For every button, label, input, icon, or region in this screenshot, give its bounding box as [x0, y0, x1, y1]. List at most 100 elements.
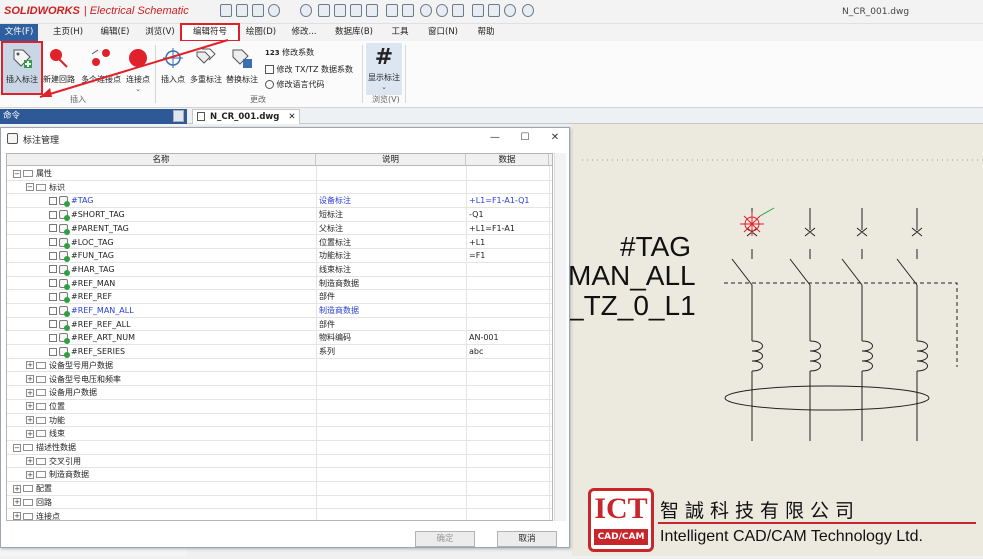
multi-connection-points-button[interactable]: 多个连接点: [79, 43, 123, 95]
tag-row[interactable]: #HAR_TAG 线束标注: [7, 263, 552, 277]
expand-icon[interactable]: +: [26, 361, 34, 370]
ok-button[interactable]: 确定: [415, 531, 475, 547]
cut-icon[interactable]: [318, 4, 330, 17]
folder-row[interactable]: + 设备型号电压和频率: [7, 373, 552, 387]
menu-browse[interactable]: 浏览(V): [140, 24, 180, 41]
clipboard-icon[interactable]: [366, 4, 378, 17]
copy-icon[interactable]: [334, 4, 346, 17]
help-icon[interactable]: [522, 4, 534, 17]
paste-format-icon[interactable]: [402, 4, 414, 17]
expand-icon[interactable]: +: [13, 512, 21, 520]
connection-point-button[interactable]: 连接点 ⌄: [123, 43, 153, 95]
replace-tag-button[interactable]: 替换标注: [224, 43, 260, 95]
folder-row[interactable]: + 设备用户数据: [7, 386, 552, 400]
cancel-button[interactable]: 取消: [497, 531, 557, 547]
dropdown-chevron-icon[interactable]: ⌄: [123, 85, 153, 93]
tag-row[interactable]: #PARENT_TAG 父标注 +L1=F1-A1: [7, 222, 552, 236]
folder-row[interactable]: + 配置: [7, 482, 552, 496]
zoom-window-icon[interactable]: [420, 4, 432, 17]
expand-icon[interactable]: +: [26, 457, 34, 466]
redo-icon[interactable]: [300, 4, 312, 17]
folder-row[interactable]: − 描述性数据: [7, 441, 552, 455]
modify-language-button[interactable]: 修改语言代码: [265, 79, 325, 90]
collapse-icon[interactable]: −: [13, 443, 21, 452]
copy-format-icon[interactable]: [386, 4, 398, 17]
tab-document[interactable]: N_CR_001.dwg ✕: [192, 109, 301, 124]
folder-row[interactable]: + 制造商数据: [7, 468, 552, 483]
tag-row[interactable]: #REF_ART_NUM 物料编码 AN-001: [7, 331, 552, 346]
vertical-scrollbar[interactable]: [554, 153, 566, 521]
settings-icon[interactable]: [504, 4, 516, 17]
row-checkbox[interactable]: [49, 306, 57, 315]
expand-icon[interactable]: +: [13, 484, 21, 493]
minimize-icon[interactable]: —: [488, 131, 502, 145]
row-checkbox[interactable]: [49, 238, 57, 246]
pan-icon[interactable]: [452, 4, 464, 17]
row-checkbox[interactable]: [49, 265, 57, 274]
filter-icon[interactable]: [488, 4, 500, 17]
row-checkbox[interactable]: [49, 196, 57, 205]
multi-tags-button[interactable]: 多重标注: [188, 43, 224, 95]
folder-row[interactable]: + 位置: [7, 400, 552, 414]
collapse-icon[interactable]: −: [13, 169, 21, 178]
collapse-icon[interactable]: −: [26, 183, 34, 192]
row-checkbox[interactable]: [49, 251, 57, 260]
menu-modify[interactable]: 修改...: [284, 24, 324, 41]
row-checkbox[interactable]: [49, 224, 57, 233]
expand-icon[interactable]: +: [26, 470, 34, 479]
tag-row[interactable]: #FUN_TAG 功能标注 =F1: [7, 249, 552, 263]
close-icon[interactable]: ✕: [548, 131, 562, 145]
folder-row[interactable]: − 标识: [7, 181, 552, 195]
menu-edit[interactable]: 编辑(E): [92, 24, 138, 41]
folder-row[interactable]: + 连接点: [7, 510, 552, 520]
tag-row[interactable]: #REF_MAN 制造商数据: [7, 277, 552, 291]
menu-edit-symbol[interactable]: 编辑符号: [180, 23, 240, 42]
maximize-icon[interactable]: ☐: [518, 131, 532, 145]
expand-icon[interactable]: +: [26, 402, 34, 411]
menu-tools[interactable]: 工具: [384, 24, 416, 41]
menu-help[interactable]: 帮助: [470, 24, 502, 41]
show-tag-button[interactable]: # 显示标注 ⌄: [366, 43, 402, 95]
zoom-realtime-icon[interactable]: [436, 4, 448, 17]
menu-window[interactable]: 窗口(N): [422, 24, 464, 41]
row-checkbox[interactable]: [49, 333, 57, 342]
menu-database[interactable]: 数据库(B): [330, 24, 378, 41]
expand-icon[interactable]: +: [13, 498, 21, 507]
expand-icon[interactable]: +: [26, 416, 34, 425]
tag-row[interactable]: #LOC_TAG 位置标注 +L1: [7, 236, 552, 250]
folder-row[interactable]: + 设备型号用户数据: [7, 359, 552, 373]
modify-coefficient-button[interactable]: 123 修改系数: [265, 47, 314, 58]
open-file-icon[interactable]: [236, 4, 248, 17]
paste-icon[interactable]: [350, 4, 362, 17]
insert-point-button[interactable]: 插入点: [158, 43, 188, 95]
undo-icon[interactable]: [268, 4, 280, 17]
row-checkbox[interactable]: [49, 279, 57, 288]
column-header-description[interactable]: 说明: [316, 154, 466, 166]
tag-row[interactable]: #REF_REF 部件: [7, 290, 552, 304]
insert-tag-button[interactable]: 插入标注: [1, 41, 43, 95]
tag-row[interactable]: #TAG 设备标注 +L1=F1-A1-Q1: [7, 194, 552, 209]
row-checkbox[interactable]: [49, 292, 57, 301]
folder-row[interactable]: − 属性: [7, 167, 552, 181]
tag-row[interactable]: #REF_MAN_ALL 制造商数据: [7, 304, 552, 318]
row-checkbox[interactable]: [49, 210, 57, 219]
report-icon[interactable]: [472, 4, 484, 17]
row-checkbox[interactable]: [49, 320, 57, 329]
modify-txtz-button[interactable]: 修改 TX/TZ 数据系数: [265, 64, 353, 75]
tag-row[interactable]: #REF_REF_ALL 部件: [7, 318, 552, 332]
column-header-name[interactable]: 名称: [7, 154, 316, 166]
new-file-icon[interactable]: [220, 4, 232, 17]
new-circuit-button[interactable]: 新建回路: [41, 43, 77, 95]
expand-icon[interactable]: +: [26, 375, 34, 383]
menu-draw[interactable]: 绘图(D): [240, 24, 282, 41]
folder-row[interactable]: + 回路: [7, 496, 552, 510]
folder-row[interactable]: + 线束: [7, 427, 552, 441]
pin-icon[interactable]: [173, 110, 184, 122]
expand-icon[interactable]: +: [26, 429, 34, 438]
tag-row[interactable]: #SHORT_TAG 短标注 -Q1: [7, 208, 552, 222]
menu-file[interactable]: 文件(F): [0, 24, 38, 41]
tag-row[interactable]: #REF_SERIES 系列 abc: [7, 345, 552, 359]
folder-row[interactable]: + 交叉引用: [7, 455, 552, 469]
dropdown-chevron-icon[interactable]: ⌄: [366, 83, 402, 91]
tab-close-icon[interactable]: ✕: [288, 112, 295, 122]
